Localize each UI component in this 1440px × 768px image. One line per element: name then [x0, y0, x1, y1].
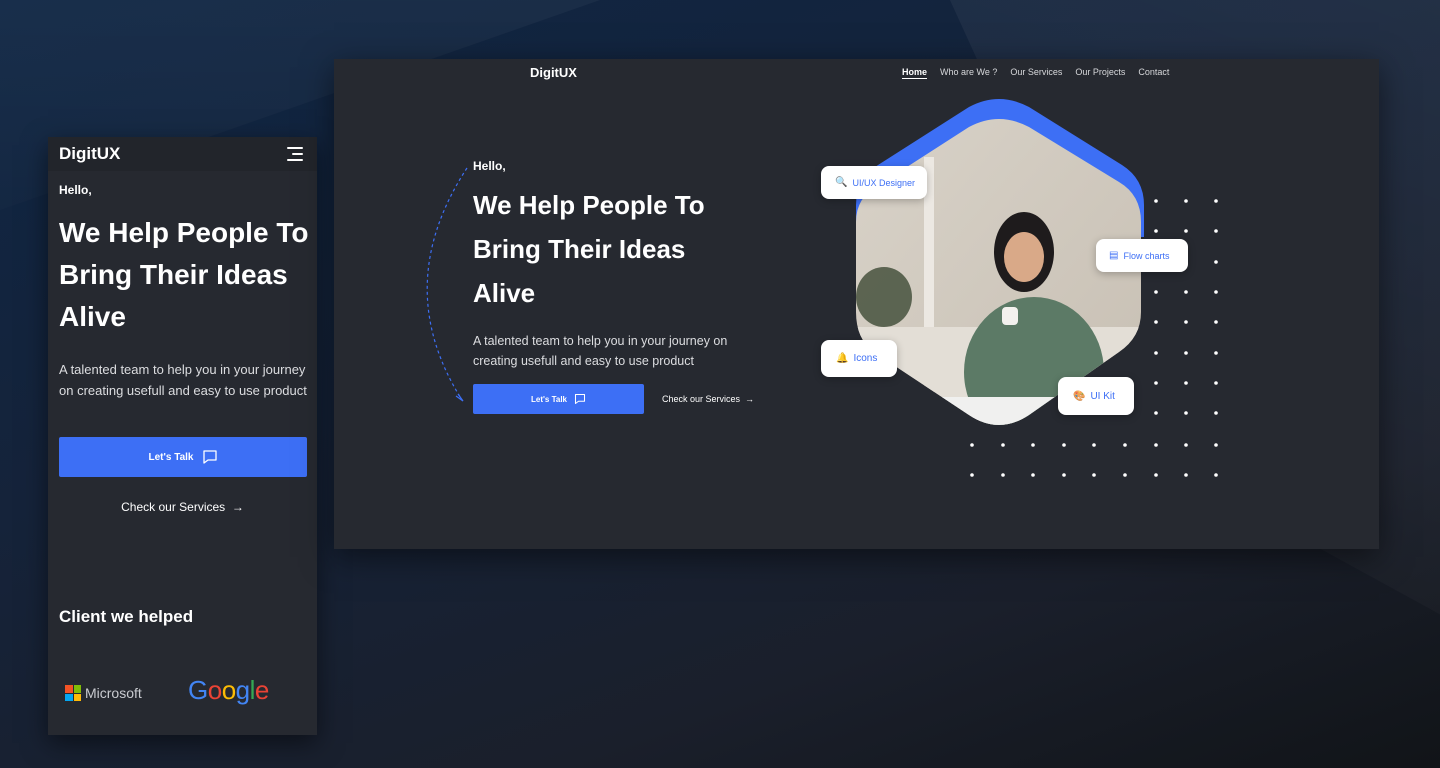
- button-label: Let's Talk: [148, 451, 194, 463]
- arrow-right-icon: →: [228, 500, 244, 514]
- search-icon: 🔍: [835, 177, 848, 188]
- tag-icons: 🔔 Icons: [821, 340, 897, 377]
- link-label: Check our Services: [121, 500, 226, 514]
- tag-label: Flow charts: [1123, 250, 1170, 261]
- clients-heading: Client we helped: [59, 607, 194, 626]
- nav-who-are-we[interactable]: Who are We ?: [940, 67, 997, 79]
- decorative-arc: [426, 167, 468, 402]
- mobile-header: DigitUX: [48, 137, 317, 171]
- menu-icon[interactable]: [287, 147, 303, 161]
- tag-flow-charts: ▤ Flow charts: [1096, 239, 1188, 272]
- hero-description: A talented team to help you in your jour…: [473, 334, 728, 368]
- lets-talk-button[interactable]: Let's Talk: [473, 384, 644, 414]
- nav-contact[interactable]: Contact: [1138, 67, 1169, 79]
- logo[interactable]: DigitUX: [59, 144, 120, 164]
- nav-our-projects[interactable]: Our Projects: [1075, 67, 1125, 79]
- nav-our-services[interactable]: Our Services: [1010, 67, 1062, 79]
- button-label: Let's Talk: [531, 394, 567, 404]
- check-services-link[interactable]: Check our Services →: [48, 500, 317, 514]
- desktop-preview: DigitUX Home Who are We ? Our Services O…: [334, 59, 1379, 549]
- client-name: Microsoft: [85, 685, 142, 701]
- bell-icon: 🔔: [836, 353, 849, 364]
- tag-label: UI/UX Designer: [852, 177, 915, 188]
- hero-greeting: Hello,: [473, 159, 506, 173]
- mobile-preview: DigitUX Hello, We Help People To Bring T…: [48, 137, 317, 735]
- tag-ui-kit: 🎨 UI Kit: [1058, 377, 1134, 415]
- google-logo: Google: [188, 675, 269, 705]
- tag-uiux-designer: 🔍 UI/UX Designer: [821, 166, 927, 199]
- chat-icon: [574, 393, 586, 405]
- microsoft-logo: Microsoft: [65, 685, 142, 701]
- flowchart-icon: ▤: [1109, 250, 1119, 261]
- nav-home[interactable]: Home: [902, 67, 928, 79]
- arrow-right-icon: →: [742, 394, 755, 404]
- lets-talk-button[interactable]: Let's Talk: [59, 437, 307, 477]
- logo[interactable]: DigitUX: [530, 65, 577, 80]
- link-label: Check our Services: [662, 394, 741, 404]
- hero-greeting: Hello,: [59, 183, 92, 197]
- main-nav: Home Who are We ? Our Services Our Proje…: [902, 67, 1169, 79]
- palette-icon: 🎨: [1073, 390, 1086, 402]
- hero-title: We Help People To Bring Their Ideas Aliv…: [59, 217, 309, 332]
- check-services-link[interactable]: Check our Services →: [662, 394, 754, 404]
- hero-title: We Help People To Bring Their Ideas Aliv…: [473, 190, 705, 308]
- chat-icon: [202, 450, 217, 464]
- tag-label: Icons: [853, 353, 878, 364]
- microsoft-icon: [65, 685, 81, 701]
- hero-description: A talented team to help you in your jour…: [59, 362, 307, 398]
- tag-label: UI Kit: [1090, 390, 1115, 402]
